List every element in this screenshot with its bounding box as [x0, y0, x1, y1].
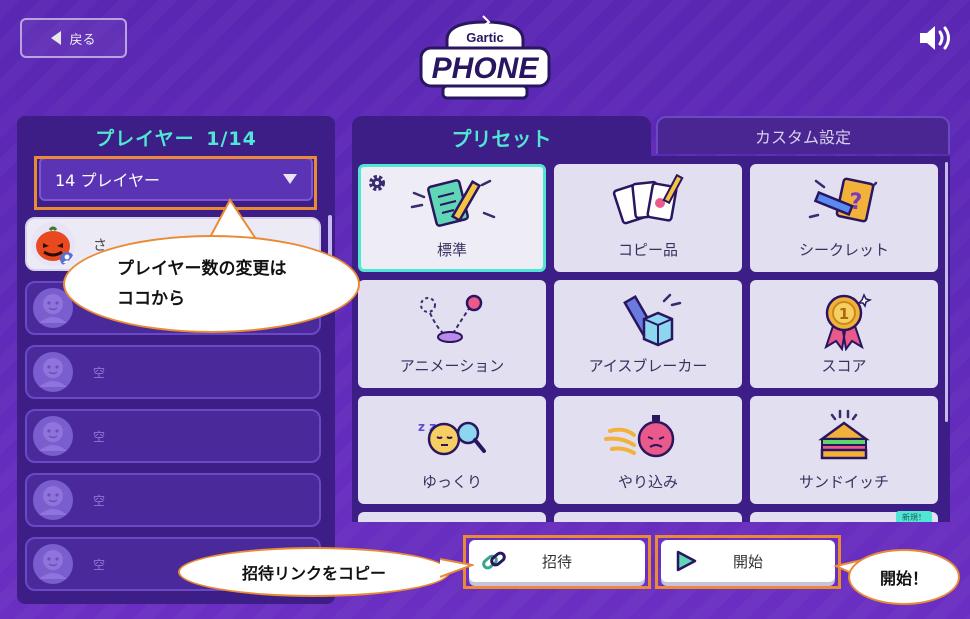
preset-label: コピー品: [617, 241, 678, 259]
gear-icon[interactable]: [367, 173, 387, 193]
empty-avatar-icon: [33, 544, 73, 584]
preset-card-sandwich[interactable]: サンドイッチ: [750, 396, 938, 504]
preset-card-icebreaker[interactable]: アイスブレーカー: [554, 280, 742, 388]
preset-grid-scrollbar[interactable]: [945, 162, 948, 422]
callout-player-count-line2: ココから: [117, 289, 185, 309]
highlight-box-player-select: [34, 156, 317, 210]
back-button[interactable]: 戻る: [20, 18, 127, 58]
tab-custom-settings[interactable]: カスタム設定: [656, 116, 950, 154]
player-row-empty: 空: [25, 473, 321, 527]
sleepy-clock-icon: z z: [418, 420, 486, 456]
empty-slot-label: 空: [93, 366, 106, 380]
ice-cube-icon: [623, 293, 682, 347]
player-row-empty: 空: [25, 345, 321, 399]
preset-label: やり込み: [617, 473, 678, 491]
logo-big-text: PHONE: [432, 52, 540, 85]
preset-label: シークレット: [798, 241, 889, 259]
new-badge: 新規！: [896, 511, 932, 522]
preset-label: 標準: [436, 241, 467, 259]
preset-card-score[interactable]: 1 スコア: [750, 280, 938, 388]
preset-card-secret[interactable]: ? シークレット: [750, 164, 938, 272]
empty-avatar-icon: [33, 480, 73, 520]
players-title: プレイヤー 1/14: [17, 124, 335, 151]
bouncing-ball-icon: [420, 294, 483, 343]
empty-slot-label: 空: [93, 494, 106, 508]
speaker-icon[interactable]: [918, 22, 956, 54]
tab-preset[interactable]: プリセット: [352, 116, 651, 158]
players-title-label: プレイヤー: [95, 128, 195, 150]
empty-avatar-icon: [33, 352, 73, 392]
preset-card-partial[interactable]: 新規！: [750, 511, 938, 522]
preset-label: アイスブレーカー: [588, 357, 708, 375]
player-row-empty: 空: [25, 409, 321, 463]
callout-start: 開始！: [848, 549, 960, 605]
players-count: 1/14: [206, 128, 257, 150]
medal-icon: 1: [824, 293, 873, 351]
gartic-phone-logo: Gartic PHONE: [419, 15, 551, 100]
callout-invite: 招待リンクをコピー: [178, 547, 450, 597]
notepad-pencil-icon: [410, 179, 496, 227]
back-label: 戻る: [69, 32, 96, 48]
preset-label: サンドイッチ: [798, 473, 889, 491]
back-arrow-icon: [51, 31, 62, 45]
preset-card-hardcore[interactable]: やり込み: [554, 396, 742, 504]
svg-text:?: ?: [850, 190, 863, 215]
sandwich-icon: [818, 409, 870, 460]
logo-small-text: Gartic: [466, 30, 504, 45]
preset-card-copy[interactable]: コピー品: [554, 164, 742, 272]
callout-player-count-line1: プレイヤー数の変更は: [117, 259, 287, 279]
fire-stopwatch-icon: [604, 415, 675, 458]
empty-avatar-icon: [33, 416, 73, 456]
preset-card-slow[interactable]: z z ゆっくり: [358, 396, 546, 504]
preset-card-animation[interactable]: アニメーション: [358, 280, 546, 388]
preset-card-partial[interactable]: [554, 512, 742, 522]
empty-slot-label: 空: [93, 558, 106, 572]
preset-card-standard[interactable]: 標準: [358, 164, 546, 272]
preset-label: ゆっくり: [421, 473, 482, 491]
question-card-icon: ?: [808, 177, 878, 223]
pumpkin-avatar: [31, 222, 75, 266]
preset-label: アニメーション: [399, 357, 505, 375]
callout-player-count: プレイヤー数の変更は ココから: [63, 235, 360, 333]
preset-label: スコア: [821, 357, 867, 375]
empty-slot-label: 空: [93, 430, 106, 444]
callout-tail-invite: [440, 558, 474, 578]
copy-cards-icon: [612, 173, 684, 225]
highlight-box-start: [655, 535, 841, 589]
highlight-box-invite: [463, 535, 651, 589]
preset-card-partial[interactable]: [358, 512, 546, 522]
preset-grid: 標準 コピー品 ? シークレット アニメーション アイスブレーカー 1 スコア …: [352, 156, 950, 522]
callout-invite-text: 招待リンクをコピー: [241, 564, 386, 583]
svg-text:1: 1: [839, 305, 849, 323]
callout-start-text: 開始！: [879, 569, 928, 588]
